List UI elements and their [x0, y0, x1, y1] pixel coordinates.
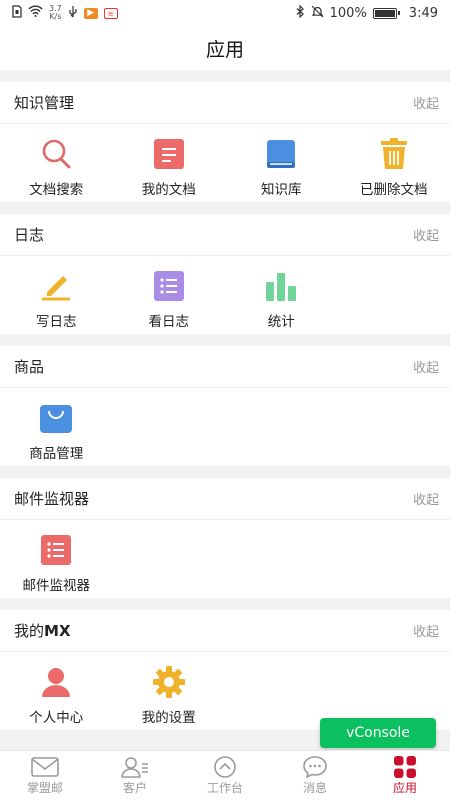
customer-icon [121, 755, 149, 779]
tab-label: 工作台 [206, 781, 243, 795]
pencil-icon [38, 268, 74, 304]
collapse-button[interactable]: 收起 [413, 225, 439, 244]
section-header: 知识管理 收起 [0, 82, 450, 124]
section-knowledge: 知识管理 收起 文档搜索 我的文档 知识库 已删除文档 [0, 82, 450, 202]
app-label: 文档搜索 [29, 182, 84, 198]
bottom-tab-bar: 掌盟邮 客户 工作台 消息 应用 [0, 750, 450, 800]
app-label: 看日志 [148, 314, 190, 330]
section-header: 商品 收起 [0, 346, 450, 388]
status-left: 3.7 K/s ▶ ≡ [12, 5, 118, 22]
app-deleted-documents[interactable]: 已删除文档 [338, 130, 450, 202]
collapse-button[interactable]: 收起 [413, 357, 439, 376]
tab-customer[interactable]: 客户 [90, 751, 180, 800]
app-grid: 商品管理 [0, 388, 450, 466]
mute-icon [311, 5, 324, 22]
page-title: 应用 [205, 38, 244, 61]
gear-icon [151, 664, 187, 700]
wifi-icon [28, 5, 43, 21]
app-write-log[interactable]: 写日志 [0, 262, 113, 334]
dashboard-icon [211, 755, 239, 779]
tab-messages[interactable]: 消息 [270, 751, 360, 800]
message-icon [301, 755, 329, 779]
collapse-button[interactable]: 收起 [413, 489, 439, 508]
app-label: 写日志 [36, 314, 77, 330]
section-title: 知识管理 [14, 94, 75, 112]
section-header: 邮件监视器 收起 [0, 478, 450, 520]
app-grid: 邮件监视器 [0, 520, 450, 598]
app-personal-center[interactable]: 个人中心 [0, 658, 113, 730]
section-title: 我的MX [14, 620, 71, 641]
bar-chart-icon [263, 268, 299, 304]
tab-label: 消息 [302, 781, 327, 795]
section-header: 日志 收起 [0, 214, 450, 256]
document-icon [151, 136, 187, 172]
list-icon [38, 532, 74, 568]
shopping-bag-icon [38, 400, 74, 436]
app-label: 商品管理 [29, 446, 84, 462]
tab-label: 客户 [122, 781, 147, 795]
section-title-prefix: 我的 [14, 622, 45, 640]
app-label: 已删除文档 [360, 182, 428, 198]
battery-percent: 100% [329, 5, 367, 21]
list-icon [151, 268, 187, 304]
app-label: 统计 [267, 314, 295, 330]
news-app-icon: ≡ [103, 7, 118, 19]
collapse-button[interactable]: 收起 [413, 93, 439, 112]
app-label: 知识库 [261, 182, 302, 198]
vconsole-button[interactable]: vConsole [320, 718, 436, 748]
section-my-mx: 我的MX 收起 个人中心 我的设置 [0, 610, 450, 730]
battery-icon [372, 7, 400, 19]
network-speed: 3.7 K/s [49, 5, 62, 21]
status-right: 100% 3:49 [296, 4, 438, 22]
clock: 3:49 [408, 5, 438, 21]
tab-apps[interactable]: 应用 [360, 751, 450, 800]
app-grid: 文档搜索 我的文档 知识库 已删除文档 [0, 124, 450, 202]
section-goods: 商品 收起 商品管理 [0, 346, 450, 466]
section-title: 邮件监视器 [14, 490, 90, 508]
book-icon [263, 136, 299, 172]
section-mail-monitor: 邮件监视器 收起 邮件监视器 [0, 478, 450, 598]
app-grid: 写日志 看日志 统计 [0, 256, 450, 334]
sim-icon [12, 4, 22, 22]
tab-mail[interactable]: 掌盟邮 [0, 751, 90, 800]
app-my-documents[interactable]: 我的文档 [113, 130, 226, 202]
tab-dashboard[interactable]: 工作台 [180, 751, 270, 800]
app-goods-management[interactable]: 商品管理 [0, 394, 113, 466]
app-label: 我的文档 [141, 182, 196, 198]
app-label: 个人中心 [29, 710, 84, 726]
collapse-button[interactable]: 收起 [413, 621, 439, 640]
network-speed-unit: K/s [49, 12, 62, 21]
section-log: 日志 收起 写日志 看日志 统计 [0, 214, 450, 334]
section-title: 商品 [14, 358, 45, 376]
section-header: 我的MX 收起 [0, 610, 450, 652]
section-title: 日志 [14, 226, 45, 244]
section-title-suffix: MX [44, 622, 71, 640]
apps-icon [391, 755, 419, 779]
app-my-settings[interactable]: 我的设置 [113, 658, 226, 730]
mail-icon [31, 755, 59, 779]
tab-label: 掌盟邮 [26, 781, 63, 795]
trash-icon [376, 136, 412, 172]
app-mail-monitor[interactable]: 邮件监视器 [0, 526, 113, 598]
search-icon [38, 136, 74, 172]
app-label: 邮件监视器 [22, 578, 91, 594]
status-bar: 3.7 K/s ▶ ≡ 100% 3:49 [0, 0, 450, 26]
app-statistics[interactable]: 统计 [225, 262, 338, 334]
tab-label: 应用 [392, 781, 417, 795]
bluetooth-icon [296, 4, 305, 22]
app-label: 我的设置 [141, 710, 196, 726]
app-sections[interactable]: 知识管理 收起 文档搜索 我的文档 知识库 已删除文档 日志 收起 写日志 看日… [0, 70, 450, 750]
app-document-search[interactable]: 文档搜索 [0, 130, 113, 202]
page-header: 应用 [0, 26, 450, 70]
usb-icon [68, 5, 78, 22]
video-app-icon: ▶ [83, 7, 98, 19]
person-icon [38, 664, 74, 700]
app-view-log[interactable]: 看日志 [113, 262, 226, 334]
app-knowledge-base[interactable]: 知识库 [225, 130, 338, 202]
